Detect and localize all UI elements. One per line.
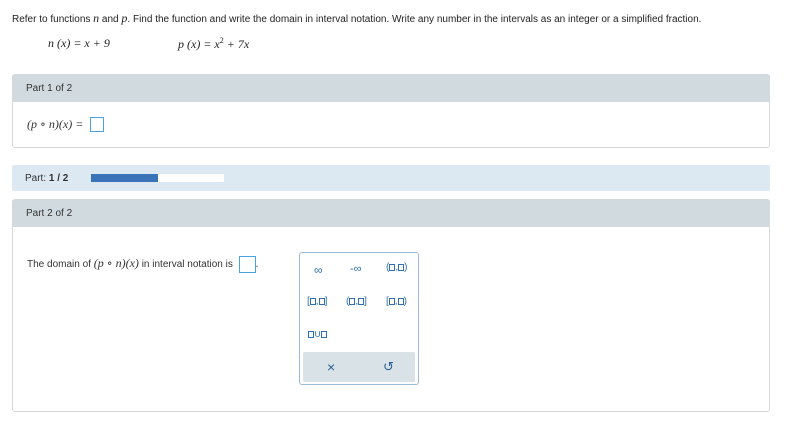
placeholder-icon bbox=[397, 298, 404, 305]
composition-expression: (p ∘ n)(x) = bbox=[27, 117, 84, 131]
undo-icon[interactable]: ↺ bbox=[383, 359, 394, 375]
instructions-text: and bbox=[99, 14, 122, 25]
part1-header: Part 1 of 2 bbox=[13, 75, 769, 102]
composition-expression: (p ∘ n)(x) bbox=[93, 256, 139, 271]
union-symbol: ∪ bbox=[314, 329, 322, 340]
part2-question: The domain of (p ∘ n)(x) in interval not… bbox=[27, 256, 258, 273]
placeholder-icon bbox=[318, 298, 325, 305]
function-n-lhs: n (x) = bbox=[48, 36, 85, 50]
placeholder-icon bbox=[398, 264, 405, 271]
function-p-lhs: p (x) = bbox=[178, 37, 215, 51]
domain-answer-input[interactable] bbox=[238, 256, 256, 273]
math-palette: ∞ -∞ (,) [,] (,] [,) ∪ × ↺ bbox=[299, 252, 419, 385]
instructions: Refer to functions n and p. Find the fun… bbox=[12, 11, 701, 26]
progress-label: Part: 1 / 2 bbox=[25, 173, 68, 184]
negative-infinity-button[interactable]: -∞ bbox=[350, 263, 362, 275]
open-closed-interval-button[interactable]: (,] bbox=[346, 296, 367, 307]
function-p-rest: + 7x bbox=[223, 37, 250, 51]
part1-question: (p ∘ n)(x) = bbox=[27, 117, 104, 133]
palette-footer: × ↺ bbox=[303, 352, 415, 382]
instructions-text: . Find the function and write the domain… bbox=[127, 14, 702, 25]
open-open-interval-button[interactable]: (,) bbox=[386, 262, 407, 273]
part2-header: Part 2 of 2 bbox=[13, 200, 769, 227]
placeholder-icon bbox=[358, 298, 365, 305]
part1-panel: Part 1 of 2 (p ∘ n)(x) = bbox=[12, 74, 770, 148]
progress-fill bbox=[91, 174, 158, 182]
closed-closed-interval-button[interactable]: [,] bbox=[307, 296, 327, 307]
placeholder-icon bbox=[321, 331, 328, 338]
closed-open-interval-button[interactable]: [,) bbox=[386, 296, 407, 307]
progress-label-text: Part: bbox=[25, 173, 47, 184]
union-button[interactable]: ∪ bbox=[308, 329, 328, 340]
function-n-definition: n (x) = x + 9 bbox=[48, 36, 110, 51]
clear-button[interactable]: × bbox=[327, 359, 335, 375]
period: . bbox=[255, 259, 259, 271]
infinity-button[interactable]: ∞ bbox=[314, 263, 323, 277]
function-n-rhs: x + 9 bbox=[84, 36, 110, 50]
part-progress: Part: 1 / 2 bbox=[12, 165, 770, 191]
part1-answer-input[interactable] bbox=[89, 117, 104, 133]
progress-count: 1 / 2 bbox=[48, 173, 69, 184]
instructions-text: Refer to functions bbox=[12, 14, 94, 25]
domain-text: in interval notation is bbox=[138, 259, 233, 271]
domain-text: The domain of bbox=[27, 259, 94, 271]
progress-track bbox=[91, 174, 224, 182]
function-p-definition: p (x) = x2 + 7x bbox=[178, 36, 249, 52]
